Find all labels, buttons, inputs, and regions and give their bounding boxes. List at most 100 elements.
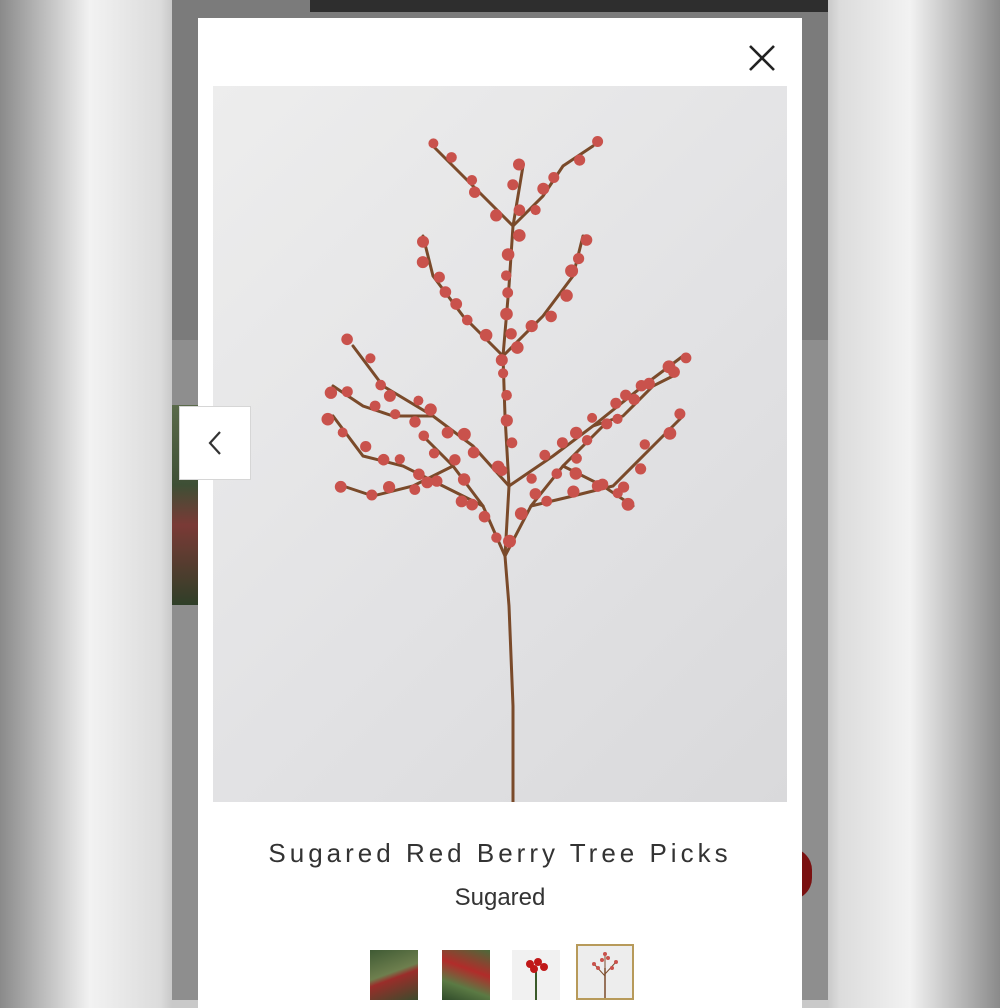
berry xyxy=(526,473,537,484)
thumbnail-2[interactable] xyxy=(442,950,490,1000)
berry xyxy=(466,498,478,511)
berry xyxy=(491,532,502,543)
berry xyxy=(567,485,580,498)
berry xyxy=(495,354,508,367)
berry xyxy=(321,412,335,426)
berry xyxy=(674,408,686,420)
berry xyxy=(417,235,429,248)
berry xyxy=(366,489,378,501)
previous-image-button[interactable] xyxy=(179,406,251,480)
berry xyxy=(525,320,538,333)
berry xyxy=(580,234,593,246)
berry xyxy=(446,152,457,163)
berry xyxy=(551,468,563,480)
berry xyxy=(360,441,372,453)
berry xyxy=(545,310,557,323)
berry xyxy=(560,289,573,302)
berry xyxy=(421,476,434,489)
berry xyxy=(610,397,622,409)
berry xyxy=(341,333,353,346)
berry xyxy=(500,307,513,321)
berry xyxy=(511,341,524,354)
berry xyxy=(587,412,598,423)
berry xyxy=(439,286,452,298)
berry xyxy=(394,454,405,465)
berry xyxy=(390,409,401,420)
berry xyxy=(574,154,586,166)
berry xyxy=(663,427,677,440)
berry xyxy=(556,437,568,449)
background-header-bar xyxy=(310,0,828,12)
berry xyxy=(383,481,396,494)
chevron-left-icon xyxy=(208,431,221,455)
berry xyxy=(375,379,386,391)
berry xyxy=(592,136,604,147)
thumbnail-4-selected[interactable] xyxy=(576,944,634,1000)
thumbnail-strip xyxy=(370,944,640,1000)
berry xyxy=(428,138,439,149)
berry xyxy=(491,460,505,474)
berry xyxy=(416,256,429,269)
product-variant: Sugared xyxy=(454,884,546,911)
berry xyxy=(469,186,481,198)
berry xyxy=(612,413,623,424)
berry xyxy=(369,400,381,412)
berry xyxy=(596,478,609,491)
berry xyxy=(507,179,519,191)
berry xyxy=(457,473,471,486)
berry xyxy=(500,414,513,427)
berry xyxy=(573,253,585,265)
berry xyxy=(513,204,526,216)
berry xyxy=(668,366,680,378)
thumbnail-1[interactable] xyxy=(370,950,418,1000)
berry xyxy=(639,439,650,450)
berry xyxy=(466,175,478,186)
berry xyxy=(428,448,440,459)
berry xyxy=(337,427,348,438)
berry xyxy=(433,271,445,283)
berry xyxy=(628,393,640,406)
berry xyxy=(565,264,579,278)
berry xyxy=(514,507,528,520)
berry xyxy=(503,534,516,548)
close-icon xyxy=(749,45,775,71)
berry xyxy=(479,328,493,342)
berry xyxy=(570,426,583,440)
berry xyxy=(513,229,526,242)
berry xyxy=(501,270,512,281)
berry xyxy=(571,453,582,464)
berry xyxy=(377,453,390,466)
berry xyxy=(680,352,692,364)
berry xyxy=(539,449,551,461)
berry xyxy=(450,298,463,310)
berry xyxy=(612,488,623,499)
berry xyxy=(409,416,421,428)
berry xyxy=(513,158,525,171)
berry xyxy=(478,510,491,523)
berry xyxy=(490,209,503,222)
berry xyxy=(537,182,550,195)
product-main-image xyxy=(213,86,787,802)
berry-branch-illustration xyxy=(321,136,692,802)
berry xyxy=(418,430,430,442)
berry xyxy=(621,497,635,511)
berry xyxy=(643,377,655,390)
berry xyxy=(529,488,542,500)
berry xyxy=(324,386,338,399)
berry xyxy=(506,437,518,449)
berry xyxy=(467,446,480,459)
berry xyxy=(498,368,509,379)
berry xyxy=(449,454,461,466)
close-button[interactable] xyxy=(742,38,782,78)
thumbnail-3[interactable] xyxy=(512,950,560,1000)
berry xyxy=(334,480,347,493)
berry xyxy=(501,248,515,261)
berry xyxy=(541,495,553,507)
berry xyxy=(601,418,613,430)
berry xyxy=(455,495,468,508)
product-title: Sugared Red Berry Tree Picks xyxy=(268,838,732,868)
berry xyxy=(383,389,396,402)
berry xyxy=(635,463,647,475)
berry xyxy=(530,204,541,216)
berry xyxy=(341,386,353,398)
